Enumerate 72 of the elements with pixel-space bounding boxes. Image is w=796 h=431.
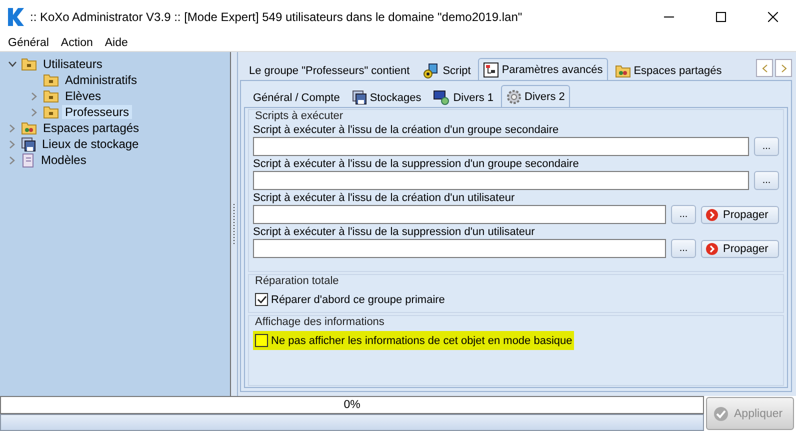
splitter-handle[interactable]: [231, 52, 238, 396]
expand-chevron-icon[interactable]: [9, 140, 15, 148]
tree-item[interactable]: Espaces partagés: [40, 121, 142, 135]
tree-item[interactable]: Elèves: [62, 89, 104, 103]
arrow-circle-icon: [706, 242, 718, 254]
tab[interactable]: Stockages: [346, 87, 426, 107]
browse-button[interactable]: ...: [671, 205, 696, 224]
field-label: Script à exécuter à l'issu de la création d'un groupe secondaire: [253, 124, 560, 136]
checkbox-option[interactable]: Réparer d'abord ce groupe primaire: [253, 290, 447, 309]
floppy-disk-icon: [352, 90, 367, 105]
folder-icon: [21, 57, 37, 71]
checkbox[interactable]: [255, 334, 268, 347]
monitor-icon: [433, 90, 450, 105]
progress-bar: 0%: [0, 396, 704, 414]
tab[interactable]: Script: [416, 60, 476, 80]
tree-item[interactable]: Lieux de stockage: [39, 137, 142, 151]
shared-folder-icon: [614, 64, 631, 78]
script-path-field[interactable]: [253, 137, 749, 156]
expand-chevron-icon[interactable]: [9, 124, 15, 132]
field-label: Script à exécuter à l'issu de la suppression d'un groupe secondaire: [253, 158, 580, 170]
chevron-right-icon: [780, 64, 786, 72]
menu-item[interactable]: Action: [60, 36, 93, 48]
expand-chevron-icon[interactable]: [9, 156, 15, 164]
field-label: Script à exécuter à l'issu de la création d'un utilisateur: [253, 192, 516, 204]
collapse-chevron-icon[interactable]: [8, 61, 16, 67]
menu-item[interactable]: Aide: [104, 36, 128, 48]
script-path-field[interactable]: [253, 239, 666, 258]
script-path-field[interactable]: [253, 205, 666, 224]
browse-button[interactable]: ...: [754, 171, 779, 190]
tree-item[interactable]: Utilisateurs: [40, 57, 106, 71]
tree-item[interactable]: Modèles: [38, 153, 90, 167]
checkbox-option[interactable]: Ne pas afficher les informations de cet objet en mode basique: [253, 331, 574, 350]
browse-button[interactable]: ...: [671, 239, 696, 258]
group-title: Réparation totale: [254, 275, 340, 287]
folder-icon: [43, 89, 59, 103]
group-title: Scripts à exécuter: [254, 110, 344, 122]
browse-button[interactable]: ...: [754, 137, 779, 156]
chevron-left-icon: [762, 64, 768, 72]
app-logo-icon: [6, 7, 24, 27]
tab[interactable]: Paramètres avancés: [478, 58, 608, 80]
menu-item[interactable]: Général: [8, 36, 49, 48]
scroll-right-button[interactable]: [775, 59, 792, 77]
propagate-button[interactable]: Propager: [701, 206, 779, 224]
tab[interactable]: Le groupe "Professeurs" contient: [244, 60, 415, 80]
expand-chevron-icon[interactable]: [31, 108, 37, 116]
maximize-icon[interactable]: [716, 12, 726, 22]
tab[interactable]: Divers 2: [500, 85, 570, 107]
gears-icon: [422, 62, 440, 78]
document-icon: [21, 152, 35, 168]
field-label: Script à exécuter à l'issu de la suppression d'un utilisateur: [253, 226, 536, 238]
folder-icon: [43, 105, 59, 119]
tree-item[interactable]: Administratifs: [62, 73, 140, 87]
checkbox[interactable]: [255, 293, 268, 306]
hierarchy-icon: [482, 62, 499, 78]
tab[interactable]: Divers 1: [428, 87, 499, 107]
script-path-field[interactable]: [253, 171, 749, 190]
check-icon: [713, 406, 729, 422]
window-title: :: KoXo Administrator V3.9 :: [Mode Expert] 549 utilisateurs dans le domaine "demo2019.lan": [30, 10, 524, 24]
group-title: Affichage des informations: [254, 316, 386, 328]
arrow-circle-icon: [706, 208, 718, 220]
shared-folder-icon: [21, 121, 37, 135]
expand-chevron-icon[interactable]: [31, 92, 37, 100]
minimize-icon[interactable]: [664, 16, 674, 18]
propagate-button[interactable]: Propager: [701, 240, 779, 258]
tab[interactable]: Espaces partagés: [610, 60, 727, 80]
gear-icon: [506, 88, 522, 104]
tree-item[interactable]: Professeurs: [62, 105, 132, 119]
tab[interactable]: Général / Compte: [248, 87, 345, 107]
scroll-left-button[interactable]: [756, 59, 773, 77]
floppy-disk-icon: [21, 136, 36, 152]
folder-icon: [43, 73, 59, 87]
close-icon[interactable]: [768, 12, 778, 22]
